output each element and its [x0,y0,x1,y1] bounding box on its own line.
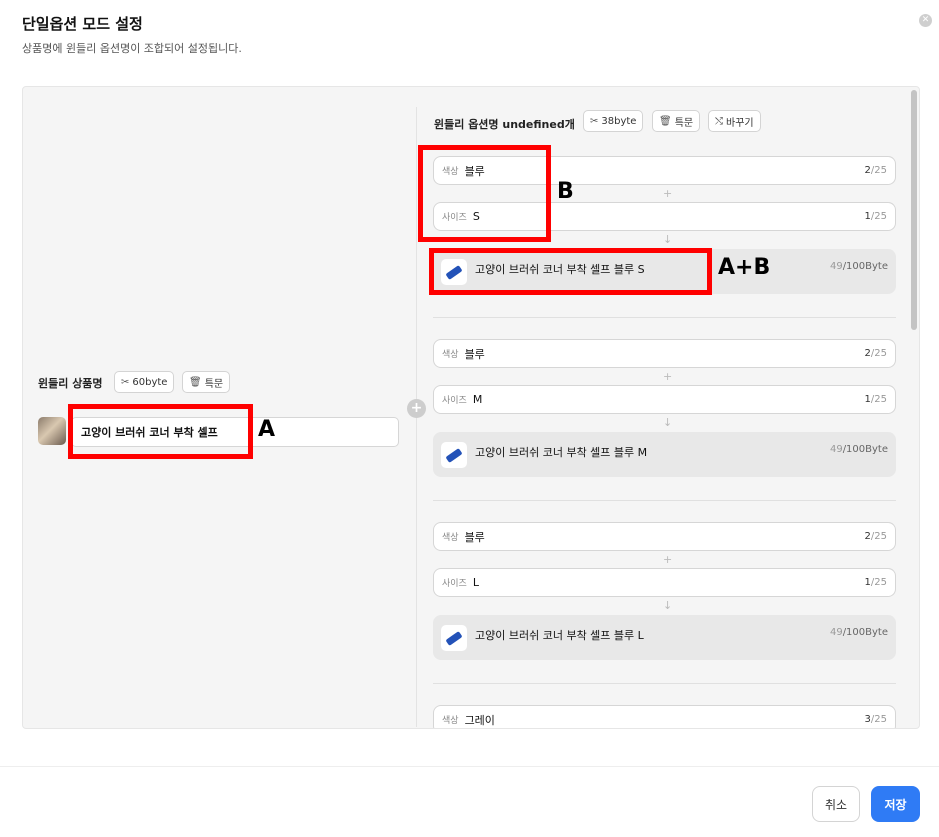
option-value: 블루 [464,347,485,361]
result-text: 고양이 브러쉬 코너 부착 셀프 블루 L [475,629,644,642]
option-byte-label: 38byte [601,115,637,127]
char-count: 2/25 [864,531,887,542]
result-text: 고양이 브러쉬 코너 부착 셀프 블루 M [475,446,648,459]
option-key: 색상 [442,533,459,543]
group-divider [433,317,896,318]
arrow-separator: ↓ [663,416,673,429]
brush-icon [441,625,467,651]
close-icon[interactable]: ✕ [919,14,932,27]
annotation-box-b [418,145,551,242]
char-count: 2/25 [864,348,887,359]
option-key: 사이즈 [442,396,467,406]
trash-icon: 🗑 [189,376,202,388]
annotation-label-a: A [258,417,276,442]
brush-icon [441,442,467,468]
option-value: L [472,576,479,589]
product-byte-label: 60byte [132,376,168,388]
modal-subtitle: 상품명에 윈들리 옵션명이 조합되어 설정됩니다. [22,42,242,55]
option-replace-label: 바꾸기 [726,117,754,129]
byte-count: 49/100Byte [829,261,888,272]
combined-result: 고양이 브러쉬 코너 부착 셀프 블루 L 49/100Byte [433,615,896,660]
option-name-label: 윈들리 옵션명 undefined개 [434,118,575,131]
byte-count: 49/100Byte [829,444,888,455]
annotation-box-ab [429,248,712,295]
option-color-field[interactable]: 색상 그레이 3/25 [433,705,896,728]
save-button[interactable]: 저장 [871,786,920,822]
plus-separator: + [663,370,673,383]
scissors-icon: ✂ [121,376,130,388]
option-special-chip[interactable]: 🗑 특문 [652,110,701,132]
product-name-label: 윈들리 상품명 [38,377,103,390]
char-count: 1/25 [864,577,887,588]
annotation-box-a [68,404,253,459]
footer-divider [0,766,939,767]
plus-icon: + [407,399,426,418]
option-value: M [472,393,483,406]
option-key: 사이즈 [442,579,467,589]
plus-separator: + [663,187,673,200]
modal-title: 단일옵션 모드 설정 [22,15,143,33]
scrollbar-thumb[interactable] [911,90,917,330]
scissors-icon: ✂ [590,115,599,127]
char-count: 1/25 [864,211,887,222]
option-replace-chip[interactable]: ⤭ 바꾸기 [708,110,761,132]
product-thumbnail [38,417,66,445]
byte-count: 49/100Byte [829,627,888,638]
option-value: 블루 [464,530,485,544]
option-byte-chip[interactable]: ✂ 38byte [583,110,644,132]
option-size-field[interactable]: 사이즈 M 1/25 [433,385,896,414]
option-color-field[interactable]: 색상 블루 2/25 [433,522,896,551]
option-value: 그레이 [464,713,495,727]
plus-separator: + [663,553,673,566]
char-count: 3/25 [864,714,887,725]
product-special-chip[interactable]: 🗑 특문 [182,371,231,393]
shuffle-icon: ⤭ [715,115,723,127]
group-divider [433,500,896,501]
annotation-label-ab: A+B [718,255,771,280]
annotation-label-b: B [557,179,574,204]
combined-result: 고양이 브러쉬 코너 부착 셀프 블루 M 49/100Byte [433,432,896,477]
char-count: 1/25 [864,394,887,405]
arrow-separator: ↓ [663,599,673,612]
product-byte-chip[interactable]: ✂ 60byte [114,371,175,393]
group-divider [433,683,896,684]
option-key: 색상 [442,716,459,726]
cancel-button[interactable]: 취소 [812,786,860,822]
option-color-field[interactable]: 색상 블루 2/25 [433,339,896,368]
product-special-label: 특문 [204,378,224,390]
option-special-label: 특문 [674,117,694,129]
char-count: 2/25 [864,165,887,176]
arrow-separator: ↓ [663,233,673,246]
option-key: 색상 [442,350,459,360]
trash-icon: 🗑 [659,115,672,127]
option-size-field[interactable]: 사이즈 L 1/25 [433,568,896,597]
